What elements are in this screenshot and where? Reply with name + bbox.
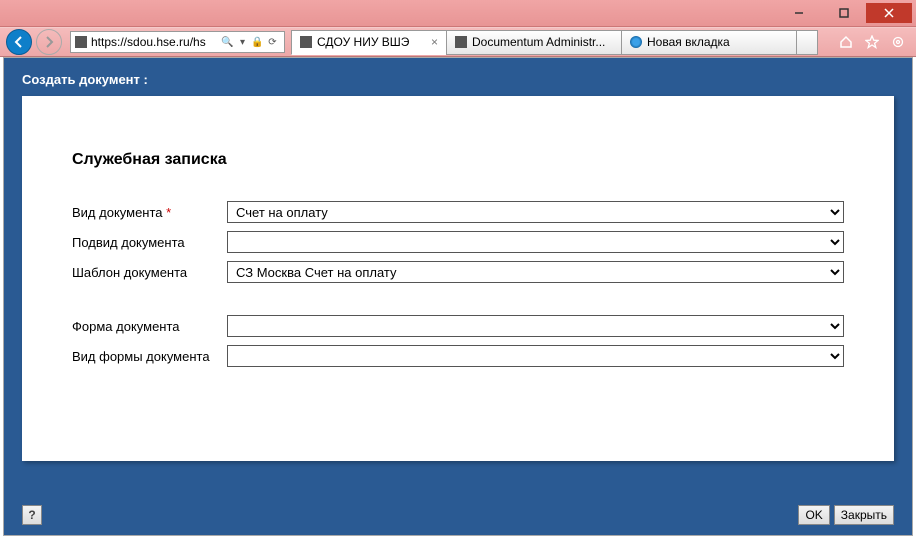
tab-label: Documentum Administr... (472, 35, 605, 49)
url-text: https://sdou.hse.ru/hs (91, 35, 220, 49)
app-content: Создать документ : Служебная записка Вид… (3, 57, 913, 536)
tab-favicon (300, 36, 312, 48)
minimize-button[interactable] (776, 3, 821, 23)
label-doc-subtype: Подвид документа (72, 235, 227, 250)
ok-button[interactable]: OK (798, 505, 829, 525)
page-header: Создать документ : (4, 58, 912, 96)
tab-label: СДОУ НИУ ВШЭ (317, 35, 409, 49)
label-doc-type: Вид документа * (72, 205, 227, 220)
favorites-icon[interactable] (864, 34, 880, 50)
tab-sdou[interactable]: СДОУ НИУ ВШЭ × (291, 30, 447, 55)
tab-strip: СДОУ НИУ ВШЭ × Documentum Administr... Н… (291, 30, 828, 55)
tab-new[interactable]: Новая вкладка (621, 30, 797, 55)
tab-documentum[interactable]: Documentum Administr... (446, 30, 622, 55)
settings-gear-icon[interactable] (890, 34, 906, 50)
address-bar[interactable]: https://sdou.hse.ru/hs 🔍 ▾ 🔒 ⟳ (70, 31, 285, 53)
tab-favicon (455, 36, 467, 48)
label-doc-form: Форма документа (72, 319, 227, 334)
close-tab-icon[interactable]: × (431, 35, 438, 49)
site-favicon (75, 36, 87, 48)
search-icon[interactable]: 🔍 (220, 35, 235, 50)
form-footer: ? OK Закрыть (22, 505, 894, 525)
select-doc-form-type[interactable] (227, 345, 844, 367)
close-window-button[interactable] (866, 3, 912, 23)
label-doc-template: Шаблон документа (72, 265, 227, 280)
ie-icon (630, 36, 642, 48)
home-icon[interactable] (838, 34, 854, 50)
dropdown-icon[interactable]: ▾ (235, 35, 250, 50)
refresh-icon[interactable]: ⟳ (265, 35, 280, 50)
tab-label: Новая вкладка (647, 35, 730, 49)
form-panel: Служебная записка Вид документа * Счет н… (22, 96, 894, 461)
new-tab-button[interactable] (796, 30, 818, 55)
browser-toolbar: https://sdou.hse.ru/hs 🔍 ▾ 🔒 ⟳ СДОУ НИУ … (0, 27, 916, 57)
close-button[interactable]: Закрыть (834, 505, 894, 525)
back-button[interactable] (6, 29, 32, 55)
forward-button[interactable] (36, 29, 62, 55)
select-doc-type[interactable]: Счет на оплату (227, 201, 844, 223)
window-titlebar (0, 0, 916, 27)
select-doc-form[interactable] (227, 315, 844, 337)
lock-icon: 🔒 (250, 35, 265, 50)
help-button[interactable]: ? (22, 505, 42, 525)
maximize-button[interactable] (821, 3, 866, 23)
select-doc-subtype[interactable] (227, 231, 844, 253)
form-title: Служебная записка (72, 151, 844, 169)
label-doc-form-type: Вид формы документа (72, 349, 227, 364)
select-doc-template[interactable]: СЗ Москва Счет на оплату (227, 261, 844, 283)
